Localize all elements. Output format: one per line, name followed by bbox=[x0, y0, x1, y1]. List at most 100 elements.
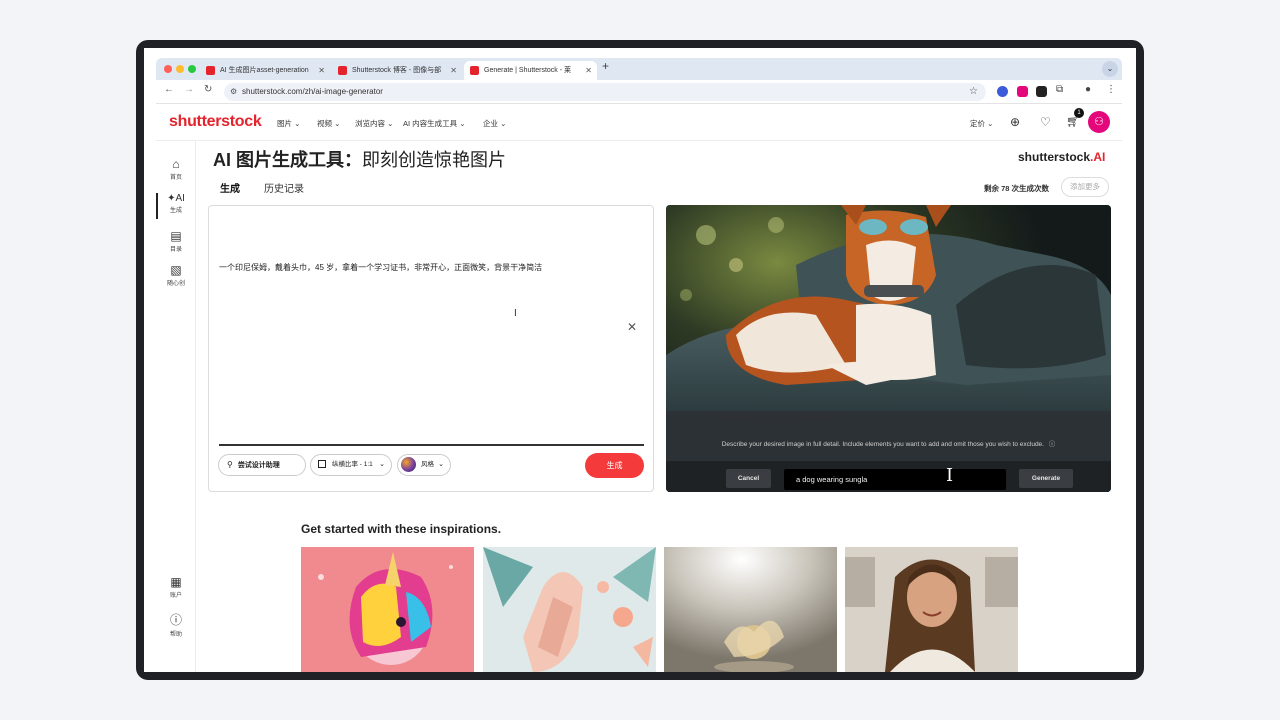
account-icon: ▦ bbox=[170, 575, 182, 589]
shutterstock-favicon bbox=[338, 66, 347, 75]
url-text: shutterstock.com/zh/ai-image-generator bbox=[242, 87, 383, 96]
rail-label: 账户 bbox=[169, 593, 182, 599]
rail-item-help[interactable]: ⓘ 帮助 bbox=[156, 611, 196, 638]
style-select[interactable]: 风格 ⌄ bbox=[397, 454, 451, 476]
rail-label: 生成 bbox=[169, 208, 182, 214]
user-avatar[interactable]: ⚇ bbox=[1088, 111, 1110, 133]
rail-item-generate[interactable]: ✦AI 生成 bbox=[156, 193, 196, 214]
text-cursor-icon: I bbox=[514, 308, 517, 319]
edit-controls: Cancel a dog wearing sungla I Generate bbox=[666, 461, 1111, 492]
page-title-bold: AI 图片生成工具： bbox=[213, 150, 363, 170]
browser-tab-bar: AI 生成图片asset-generation ✕ Shutterstock 博… bbox=[156, 58, 1122, 80]
design-assistant-button[interactable]: ⚲ 尝试设计助理 bbox=[218, 454, 306, 476]
extension-icon-1[interactable] bbox=[997, 86, 1008, 97]
rail-item-account[interactable]: ▦ 账户 bbox=[156, 575, 196, 599]
inspiration-paper-flamingo-image[interactable] bbox=[483, 547, 656, 672]
extensions-puzzle-icon[interactable]: ⧉ bbox=[1056, 84, 1063, 95]
cart-count-badge: 1 bbox=[1074, 108, 1084, 118]
browser-toolbar: ← → ↻ ⚙ shutterstock.com/zh/ai-image-gen… bbox=[156, 80, 1122, 104]
tab-close-icon[interactable]: ✕ bbox=[450, 61, 457, 80]
nav-images[interactable]: 图片 ⌄ bbox=[277, 118, 300, 129]
aspect-ratio-label: 纵横比率 - 1:1 bbox=[331, 461, 373, 468]
heart-icon[interactable]: ♡ bbox=[1040, 115, 1051, 129]
nav-enterprise[interactable]: 企业 ⌄ bbox=[483, 118, 506, 129]
home-icon: ⌂ bbox=[172, 157, 180, 171]
tab-close-icon[interactable]: ✕ bbox=[318, 61, 325, 80]
edit-hint: Describe your desired image in full deta… bbox=[666, 438, 1111, 448]
style-label: 风格 bbox=[420, 461, 434, 468]
page-title-rest: 即刻创造惊艳图片 bbox=[362, 150, 507, 170]
generate-button[interactable]: 生成 bbox=[585, 453, 644, 478]
inspiration-ice-cream-image[interactable] bbox=[664, 547, 837, 672]
info-icon[interactable]: ⓘ bbox=[1049, 441, 1056, 448]
profile-icon[interactable]: ● bbox=[1085, 84, 1091, 95]
tab-search-chevron-icon[interactable]: ⌄ bbox=[1102, 61, 1118, 77]
address-bar[interactable]: ⚙ shutterstock.com/zh/ai-image-generator… bbox=[224, 83, 986, 101]
inspiration-unicorn-image[interactable] bbox=[301, 547, 474, 672]
screen: AI 生成图片asset-generation ✕ Shutterstock 博… bbox=[144, 48, 1136, 672]
back-arrow-icon[interactable]: ← bbox=[164, 84, 174, 95]
style-thumbnail bbox=[401, 456, 416, 472]
generate-tabs: 生成 历史记录 剩余 78 次生成次数 添加更多 bbox=[208, 174, 1110, 200]
generate-edit-button[interactable]: Generate bbox=[1019, 469, 1073, 488]
rail-label: 目录 bbox=[169, 247, 182, 253]
browser-menu-icon[interactable]: ⋮ bbox=[1106, 84, 1116, 95]
aspect-ratio-select[interactable]: 纵横比率 - 1:1 ⌄ bbox=[310, 454, 392, 476]
prompt-divider bbox=[219, 444, 644, 446]
rail-item-home[interactable]: ⌂ 首页 bbox=[156, 157, 196, 181]
prompt-textarea[interactable]: 一个印尼保姆，戴着头巾，45 岁，拿着一个学习证书，非常开心，正面微笑，背景干净… bbox=[219, 262, 542, 273]
window-zoom-dot[interactable] bbox=[188, 65, 196, 73]
nav-browse[interactable]: 浏览内容 ⌄ bbox=[355, 118, 393, 129]
rail-item-catalog[interactable]: ▤ 目录 bbox=[156, 229, 196, 253]
help-icon: ⓘ bbox=[169, 613, 182, 627]
nav-pricing[interactable]: 定价 ⌄ bbox=[970, 118, 993, 129]
browser-tab-3[interactable]: Generate | Shutterstock - 莱 ✕ bbox=[464, 61, 597, 80]
forward-arrow-icon[interactable]: → bbox=[184, 84, 194, 95]
square-icon bbox=[318, 460, 326, 469]
browser-tab-title: AI 生成图片asset-generation bbox=[220, 67, 309, 74]
create-icon: ▧ bbox=[170, 263, 182, 277]
inspiration-portrait-image[interactable] bbox=[845, 547, 1018, 672]
cancel-edit-button[interactable]: Cancel bbox=[726, 469, 771, 488]
browser-tab-2[interactable]: Shutterstock 博客 - 图像与部 ✕ bbox=[332, 61, 462, 80]
rail-item-create[interactable]: ▧ 随心创 bbox=[156, 263, 196, 287]
clear-prompt-icon[interactable]: ✕ bbox=[627, 320, 637, 334]
generated-image-panel: Describe your desired image in full deta… bbox=[666, 205, 1111, 492]
shutterstock-logo[interactable]: shutterstock bbox=[169, 113, 262, 131]
edit-prompt-input[interactable]: a dog wearing sungla bbox=[784, 469, 1006, 490]
nav-ai-tools[interactable]: AI 内容生成工具 ⌄ bbox=[403, 118, 466, 129]
text-cursor-icon: I bbox=[946, 465, 954, 486]
chevron-down-icon: ⌄ bbox=[379, 461, 385, 468]
shutterstock-ai-logo: shutterstock.AI bbox=[1018, 150, 1105, 164]
tab-close-icon[interactable]: ✕ bbox=[585, 61, 592, 80]
site-info-icon[interactable]: ⚙ bbox=[230, 83, 237, 101]
browser-tab-1[interactable]: AI 生成图片asset-generation ✕ bbox=[200, 61, 330, 80]
window-close-dot[interactable] bbox=[164, 65, 172, 73]
extension-icon-2[interactable] bbox=[1017, 86, 1028, 97]
credits-remaining: 剩余 78 次生成次数 bbox=[984, 184, 1050, 193]
prompt-panel: 一个印尼保姆，戴着头巾，45 岁，拿着一个学习证书，非常开心，正面微笑，背景干净… bbox=[208, 205, 654, 492]
bookmark-star-icon[interactable]: ☆ bbox=[969, 83, 978, 101]
new-tab-button[interactable]: + bbox=[602, 59, 609, 73]
brand-wordmark: shutterstock bbox=[1018, 150, 1091, 164]
nav-video[interactable]: 视频 ⌄ bbox=[317, 118, 340, 129]
design-assistant-label: 尝试设计助理 bbox=[237, 462, 280, 469]
inspirations-title: Get started with these inspirations. bbox=[301, 522, 502, 536]
tab-generate[interactable]: 生成 bbox=[220, 180, 240, 195]
browser-tab-title: Shutterstock 博客 - 图像与部 bbox=[352, 67, 442, 74]
reload-icon[interactable]: ↻ bbox=[204, 84, 212, 95]
page-title: AI 图片生成工具：即刻创造惊艳图片 bbox=[213, 146, 506, 172]
browser-tab-title: Generate | Shutterstock - 莱 bbox=[484, 67, 572, 74]
add-more-button[interactable]: 添加更多 bbox=[1061, 177, 1109, 197]
rail-label: 随心创 bbox=[166, 281, 185, 287]
window-minimize-dot[interactable] bbox=[176, 65, 184, 73]
ai-sparkle-icon: ✦AI bbox=[167, 193, 185, 204]
shutterstock-favicon bbox=[470, 66, 479, 75]
tab-history[interactable]: 历史记录 bbox=[264, 180, 304, 195]
magic-wand-icon: ⚲ bbox=[227, 460, 233, 469]
left-rail: ⌂ 首页 ✦AI 生成 ▤ 目录 ▧ 随心创 ▦ 账户 ⓘ 帮助 bbox=[156, 141, 196, 672]
site-header: shutterstock 图片 ⌄ 视频 ⌄ 浏览内容 ⌄ AI 内容生成工具 … bbox=[156, 105, 1122, 141]
rail-label: 首页 bbox=[169, 175, 182, 181]
globe-icon[interactable]: ⊕ bbox=[1010, 115, 1020, 129]
extension-icon-3[interactable] bbox=[1036, 86, 1047, 97]
